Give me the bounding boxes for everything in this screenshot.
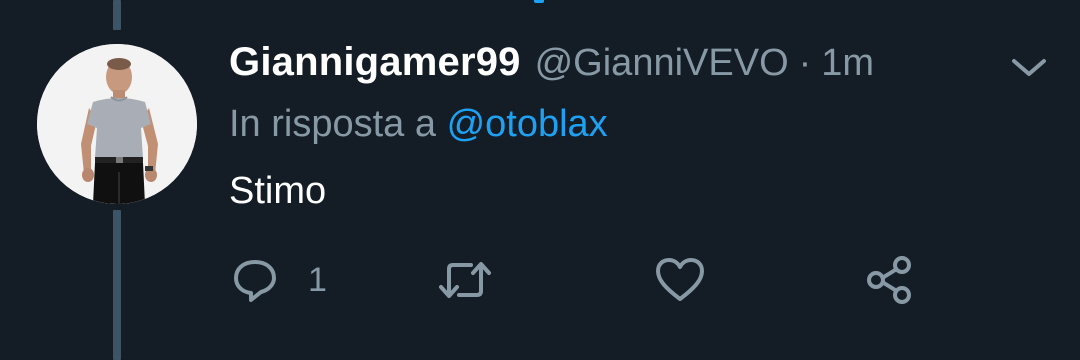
chevron-down-icon[interactable] [1008,52,1050,82]
retweet-button[interactable] [437,250,493,310]
reply-prefix: In risposta a [229,103,436,145]
reply-mention-link[interactable]: @otoblax [447,103,608,145]
share-icon [867,256,911,304]
action-bar: 1 [230,250,930,310]
avatar[interactable] [37,44,197,204]
thread-line-top [113,0,121,30]
timestamp[interactable]: 1m [821,42,874,85]
tweet[interactable]: Giannigamer99 @GianniVEVO · 1m In rispos… [0,0,1080,360]
avatar-photo [37,44,197,204]
display-name[interactable]: Giannigamer99 [229,40,521,85]
tweet-text: Stimo [229,170,327,212]
top-accent [534,0,544,3]
like-button[interactable] [654,250,706,310]
reply-context: In risposta a @otoblax [229,103,608,146]
retweet-icon [439,262,491,298]
tweet-header: Giannigamer99 @GianniVEVO · 1m [229,40,874,90]
user-handle[interactable]: @GianniVEVO [535,42,789,85]
heart-icon [656,258,704,301]
thread-line-bottom [113,210,121,360]
reply-button[interactable]: 1 [230,250,327,310]
share-button[interactable] [864,250,914,310]
separator-dot: · [798,42,812,84]
reply-count: 1 [308,260,327,299]
reply-icon [234,260,276,302]
